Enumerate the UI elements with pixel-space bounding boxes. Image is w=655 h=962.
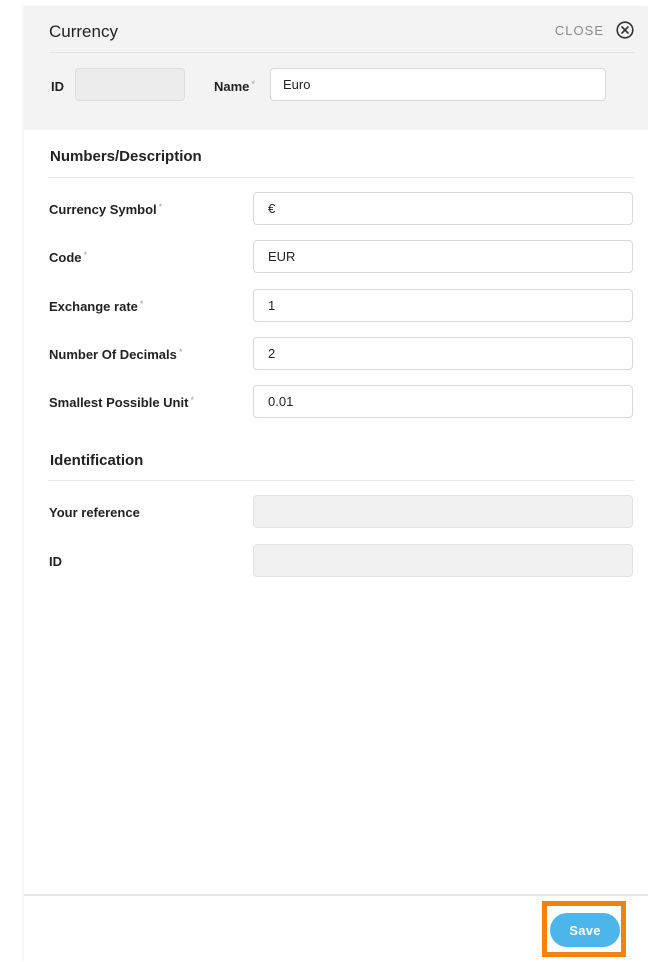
- header-divider: [49, 52, 634, 53]
- section-title-identification: Identification: [50, 452, 144, 469]
- section-title-numbers: Numbers/Description: [50, 148, 202, 165]
- your-reference-label: Your reference: [49, 505, 140, 520]
- exchange-rate-label: Exchange rate *: [49, 299, 144, 314]
- required-marker: *: [251, 79, 255, 89]
- currency-symbol-label: Currency Symbol *: [49, 202, 163, 217]
- footer-divider: [24, 894, 648, 896]
- section-divider: [48, 177, 634, 178]
- identification-id-label: ID: [49, 554, 62, 569]
- name-label: Name *: [214, 79, 255, 94]
- number-of-decimals-input[interactable]: [253, 337, 633, 370]
- section-divider: [48, 480, 634, 481]
- identification-id-input: [253, 544, 633, 577]
- currency-panel: Currency CLOSE ID Name* Numbers/Descript…: [24, 6, 648, 962]
- id-label: ID: [51, 79, 64, 94]
- exchange-rate-input[interactable]: [253, 289, 633, 322]
- name-input[interactable]: [270, 68, 606, 101]
- close-label: CLOSE: [554, 22, 604, 38]
- header-block: Currency CLOSE ID Name *: [24, 6, 648, 130]
- panel-title: Currency: [49, 22, 118, 41]
- id-field: [75, 68, 185, 101]
- code-label: Code *: [49, 250, 88, 265]
- smallest-unit-label: Smallest Possible Unit *: [49, 395, 194, 410]
- close-circle-icon[interactable]: [616, 21, 634, 39]
- code-input[interactable]: [253, 240, 633, 273]
- currency-symbol-input[interactable]: [253, 192, 633, 225]
- number-of-decimals-label: Number Of Decimals *: [49, 347, 183, 362]
- close-button[interactable]: CLOSE: [555, 21, 634, 39]
- your-reference-input: [253, 495, 633, 528]
- smallest-unit-input[interactable]: [253, 385, 633, 418]
- save-button[interactable]: Save: [550, 913, 620, 947]
